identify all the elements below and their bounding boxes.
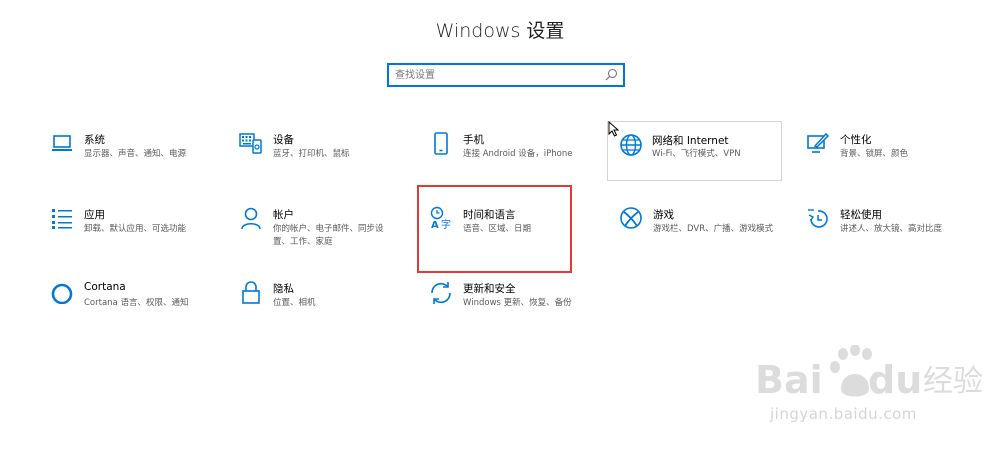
tile-apps[interactable]: 应用 卸载、默认应用、可选功能 bbox=[42, 200, 217, 260]
tile-description: 连接 Android 设备，iPhone bbox=[463, 149, 573, 159]
laptop-icon bbox=[52, 135, 72, 151]
tile-description: 你的帐户、电子邮件、同步设置、工作、家庭 bbox=[273, 224, 384, 247]
tile-personalization[interactable]: 个性化 背景、锁屏、颜色 bbox=[798, 125, 973, 185]
sync-icon bbox=[431, 282, 451, 304]
svg-text:Bai: Bai bbox=[755, 358, 823, 402]
personalization-icon bbox=[807, 132, 830, 153]
tile-label: 手机 bbox=[463, 134, 484, 146]
tile-ease-of-access[interactable]: 轻松使用 讲述人、放大镜、高对比度 bbox=[798, 200, 973, 260]
tile-label: 应用 bbox=[84, 209, 105, 221]
watermark-url: jingyan.baidu.com bbox=[770, 405, 917, 423]
page-title: Windows 设置 bbox=[435, 20, 565, 42]
tile-label: 设备 bbox=[273, 134, 294, 146]
tile-description: 游戏栏、DVR、广播、游戏模式 bbox=[653, 224, 774, 234]
xbox-icon bbox=[620, 207, 642, 229]
baidu-watermark-logo: Bai du 经验 bbox=[755, 345, 983, 402]
tile-devices[interactable]: 设备 蓝牙、打印机、鼠标 bbox=[231, 125, 406, 185]
tile-label: 个性化 bbox=[840, 134, 872, 146]
tile-update-security[interactable]: 更新和安全 Windows 更新、恢复、备份 bbox=[421, 274, 596, 334]
search-box[interactable] bbox=[387, 63, 625, 87]
svg-text:经验: 经验 bbox=[923, 364, 983, 399]
apps-list-icon bbox=[52, 209, 72, 229]
person-icon bbox=[241, 207, 261, 230]
search-icon[interactable] bbox=[605, 68, 618, 81]
tile-description: 卸载、默认应用、可选功能 bbox=[84, 224, 187, 234]
lock-icon bbox=[242, 281, 260, 304]
tile-description: 背景、锁屏、颜色 bbox=[840, 149, 909, 159]
tile-label: 更新和安全 bbox=[463, 283, 516, 295]
search-input[interactable] bbox=[395, 65, 595, 85]
cortana-icon bbox=[51, 283, 73, 304]
mouse-cursor-icon bbox=[608, 121, 620, 137]
tile-label: 轻松使用 bbox=[840, 209, 882, 221]
keyboard-device-icon bbox=[239, 133, 262, 154]
tile-label: 隐私 bbox=[273, 283, 294, 295]
tile-description: 显示器、声音、通知、电源 bbox=[84, 149, 187, 159]
tile-description: 蓝牙、打印机、鼠标 bbox=[273, 149, 350, 159]
tile-label: Cortana bbox=[84, 281, 126, 293]
tile-cortana[interactable]: Cortana Cortana 语言、权限、通知 bbox=[42, 274, 217, 334]
tile-network[interactable]: 网络和 Internet Wi-Fi、飞行模式、VPN bbox=[607, 121, 782, 181]
tile-gaming[interactable]: 游戏 游戏栏、DVR、广播、游戏模式 bbox=[611, 200, 786, 260]
tile-description: Cortana 语言、权限、通知 bbox=[84, 298, 189, 308]
tile-system[interactable]: 系统 显示器、声音、通知、电源 bbox=[42, 125, 217, 185]
tile-description: Wi-Fi、飞行模式、VPN bbox=[652, 149, 741, 159]
tile-description: 讲述人、放大镜、高对比度 bbox=[840, 224, 943, 234]
tile-description: Windows 更新、恢复、备份 bbox=[463, 298, 572, 308]
svg-text:du: du bbox=[868, 358, 922, 402]
tile-label: 帐户 bbox=[273, 209, 294, 221]
globe-icon bbox=[620, 134, 642, 156]
ease-of-access-icon bbox=[808, 209, 828, 228]
tile-label: 系统 bbox=[84, 134, 105, 146]
tile-accounts[interactable]: 帐户 你的帐户、电子邮件、同步设置、工作、家庭 bbox=[231, 200, 406, 260]
tile-privacy[interactable]: 隐私 位置、相机 bbox=[231, 274, 406, 334]
highlight-box bbox=[417, 185, 572, 273]
tile-label: 网络和 Internet bbox=[652, 135, 729, 147]
tile-description: 位置、相机 bbox=[273, 298, 316, 308]
tile-phone[interactable]: 手机 连接 Android 设备，iPhone bbox=[421, 125, 596, 185]
tile-label: 游戏 bbox=[653, 209, 674, 221]
phone-icon bbox=[434, 132, 448, 155]
